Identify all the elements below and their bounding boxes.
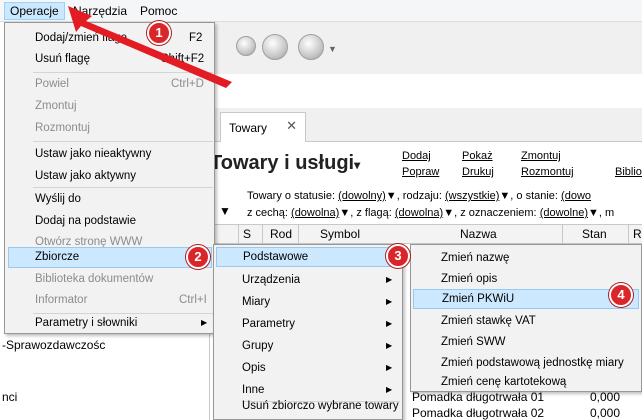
annotation-arrow-shape bbox=[68, 6, 232, 88]
step-marker-1: 1 bbox=[147, 21, 171, 45]
step-marker-3: 3 bbox=[386, 244, 410, 268]
step-marker-4: 4 bbox=[609, 283, 633, 307]
step-marker-2: 2 bbox=[186, 245, 210, 269]
annotation-arrow bbox=[68, 6, 232, 88]
